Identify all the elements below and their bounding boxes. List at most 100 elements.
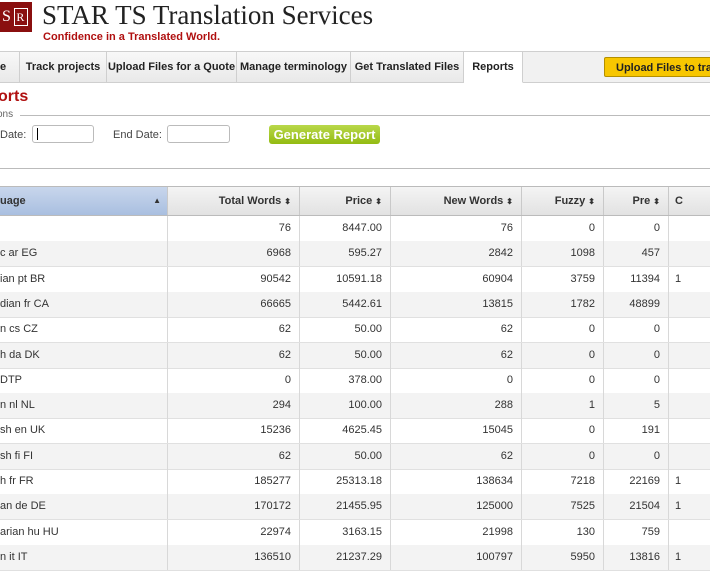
cell-price: 50.00	[300, 342, 391, 368]
tab-home[interactable]: e	[0, 52, 20, 82]
table-row[interactable]: arian hu HU 22974 3163.15 21998 130 759	[0, 519, 710, 546]
table-header-row: uage ▲ Total Words ⬍ Price ⬍ New Words ⬍ Fuz…	[0, 187, 710, 216]
brand-name: STAR TS Translation Services	[42, 0, 374, 30]
cell-fuzzy: 0	[522, 342, 604, 368]
generate-report-button[interactable]: Generate Report	[269, 125, 380, 144]
cell-fuzzy: 5950	[522, 544, 604, 570]
column-header-fuzzy[interactable]: Fuzzy ⬍	[522, 187, 604, 215]
end-date-input[interactable]	[167, 125, 230, 143]
sort-icon: ⬍	[653, 197, 660, 206]
cell-c	[669, 418, 710, 443]
cell-fuzzy: 3759	[522, 266, 604, 292]
end-date-label: End Date:	[113, 129, 162, 141]
table-row[interactable]: sh en UK 15236 4625.45 15045 0 191	[0, 418, 710, 445]
page-title: orts	[0, 88, 29, 105]
cell-lang: an de DE	[0, 494, 168, 520]
cell-lang: sh en UK	[0, 418, 168, 444]
cell-lang: ian pt BR	[0, 266, 168, 292]
table-row[interactable]: c ar EG 6968 595.27 2842 1098 457	[0, 241, 710, 268]
cell-price: 4625.45	[300, 418, 391, 444]
cell-c	[669, 444, 710, 469]
column-header-total-words[interactable]: Total Words ⬍	[168, 187, 300, 215]
table-row[interactable]: DTP 0 378.00 0 0 0	[0, 367, 710, 394]
cell-total: 15236	[168, 418, 300, 444]
cell-pre: 759	[604, 519, 669, 545]
cell-total: 62	[168, 342, 300, 368]
cell-c: 1	[675, 475, 682, 487]
cell-total: 62	[168, 443, 300, 469]
column-header-language[interactable]: uage ▲	[0, 187, 168, 215]
table-row[interactable]: dian fr CA 66665 5442.61 13815 1782 48899	[0, 291, 710, 318]
cell-pre: 22169	[604, 469, 669, 494]
cell-new: 125000	[391, 494, 522, 520]
cell-pre: 191	[604, 418, 669, 444]
cell-total: 22974	[168, 519, 300, 545]
cell-total: 62	[168, 317, 300, 343]
cell-new: 13815	[391, 291, 522, 317]
column-header-pre[interactable]: Pre ⬍	[604, 187, 669, 215]
table-row[interactable]: n cs CZ 62 50.00 62 0 0	[0, 317, 710, 344]
cell-fuzzy: 0	[522, 367, 604, 393]
cell-pre: 21504	[604, 494, 669, 520]
cell-total: 76	[168, 216, 300, 241]
cell-pre: 11394	[604, 266, 669, 292]
tab-upload-quote[interactable]: Upload Files for a Quote	[107, 52, 237, 82]
sort-icon: ⬍	[588, 197, 595, 206]
report-table: uage ▲ Total Words ⬍ Price ⬍ New Words ⬍ Fuz…	[0, 186, 710, 576]
cell-c	[669, 520, 710, 545]
column-header-c[interactable]: C	[669, 187, 710, 215]
site-header: SR STAR TS Translation Services Confiden…	[0, 0, 710, 48]
sort-icon: ⬍	[506, 197, 513, 206]
table-row[interactable]: h fr FR 185277 25313.18 138634 7218 22169 1	[0, 469, 710, 495]
text-caret	[37, 128, 38, 140]
cell-fuzzy: 0	[522, 317, 604, 343]
cell-pre: 0	[604, 342, 669, 368]
cell-price: 50.00	[300, 317, 391, 343]
cell-lang: arian hu HU	[0, 519, 168, 545]
cell-pre: 48899	[604, 291, 669, 317]
upload-files-button[interactable]: Upload Files to transl	[604, 57, 710, 77]
cell-new: 288	[391, 393, 522, 419]
cell-price: 8447.00	[300, 216, 391, 241]
cell-lang: sh fi FI	[0, 443, 168, 469]
cell-new: 62	[391, 342, 522, 368]
table-row[interactable]: n it IT 136510 21237.29 100797 5950 13816 1	[0, 544, 710, 571]
table-row[interactable]: 76 8447.00 76 0 0	[0, 216, 710, 242]
cell-new: 76	[391, 216, 522, 241]
cell-new: 21998	[391, 519, 522, 545]
cell-c	[669, 216, 710, 241]
cell-new: 2842	[391, 241, 522, 267]
cell-pre: 457	[604, 241, 669, 267]
cell-total: 170172	[168, 494, 300, 520]
cell-lang: n nl NL	[0, 393, 168, 419]
cell-price: 378.00	[300, 367, 391, 393]
tab-reports[interactable]: Reports	[464, 52, 523, 83]
column-header-price[interactable]: Price ⬍	[300, 187, 391, 215]
cell-total: 185277	[168, 469, 300, 494]
tab-get-translated-files[interactable]: Get Translated Files	[351, 52, 464, 82]
start-date-label: Date:	[0, 129, 27, 141]
cell-new: 100797	[391, 544, 522, 570]
table-row[interactable]: ian pt BR 90542 10591.18 60904 3759 11394 1	[0, 266, 710, 293]
cell-total: 294	[168, 393, 300, 419]
tab-track-projects[interactable]: Track projects	[20, 52, 107, 82]
cell-new: 62	[391, 443, 522, 469]
cell-lang: n it IT	[0, 544, 168, 570]
cell-pre: 13816	[604, 544, 669, 570]
cell-price: 25313.18	[300, 469, 391, 494]
start-date-input[interactable]	[32, 125, 94, 143]
tab-manage-terminology[interactable]: Manage terminology	[237, 52, 351, 82]
cell-c: 1	[675, 500, 682, 513]
cell-c	[669, 343, 710, 368]
cell-total: 66665	[168, 291, 300, 317]
column-header-new-words[interactable]: New Words ⬍	[391, 187, 522, 215]
cell-new: 138634	[391, 469, 522, 494]
table-row[interactable]: h da DK 62 50.00 62 0 0	[0, 342, 710, 369]
cell-new: 60904	[391, 266, 522, 292]
table-row[interactable]: an de DE 170172 21455.95 125000 7525 21504 1	[0, 494, 710, 521]
cell-fuzzy: 1098	[522, 241, 604, 267]
cell-new: 62	[391, 317, 522, 343]
table-row[interactable]: n nl NL 294 100.00 288 1 5	[0, 393, 710, 420]
table-row[interactable]: sh fi FI 62 50.00 62 0 0	[0, 443, 710, 470]
sort-asc-icon: ▲	[153, 196, 161, 205]
